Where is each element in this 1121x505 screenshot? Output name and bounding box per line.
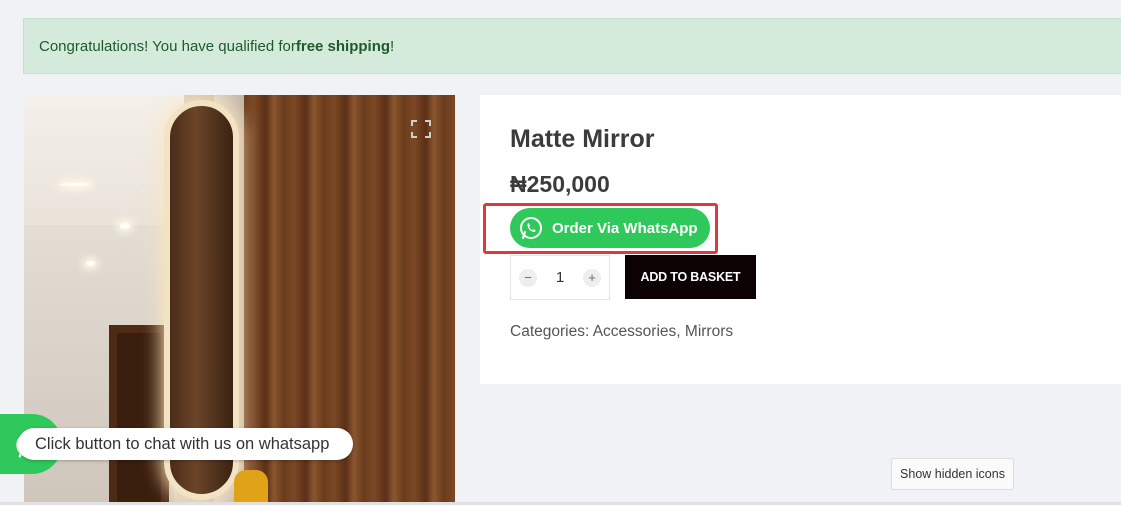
product-summary: Matte Mirror ₦250,000 Order Via WhatsApp… [480, 95, 1121, 384]
add-to-basket-button[interactable]: ADD TO BASKET [625, 255, 756, 299]
quantity-increase-button[interactable]: + [583, 268, 601, 287]
category-link-mirrors[interactable]: Mirrors [685, 323, 733, 340]
notice-suffix: ! [390, 37, 395, 55]
whatsapp-icon [520, 217, 542, 239]
shipping-notice: Congratulations! You have qualified for … [23, 18, 1121, 74]
image-vase [234, 470, 268, 505]
notice-bold: free shipping [295, 37, 391, 55]
image-light [86, 261, 95, 266]
order-whatsapp-button[interactable]: Order Via WhatsApp [510, 208, 710, 248]
category-link-accessories[interactable]: Accessories [593, 323, 677, 340]
order-whatsapp-label: Order Via WhatsApp [552, 219, 698, 237]
categories-label: Categories: [510, 323, 593, 340]
image-ceiling [24, 95, 184, 225]
show-hidden-icons-button[interactable]: Show hidden icons [891, 458, 1014, 490]
product-price: ₦250,000 [510, 171, 610, 197]
quantity-decrease-button[interactable]: − [519, 268, 537, 287]
product-title: Matte Mirror [510, 125, 655, 153]
expand-icon[interactable] [411, 120, 431, 138]
quantity-stepper[interactable]: − 1 + [510, 255, 610, 300]
image-light [120, 223, 130, 229]
chat-prompt[interactable]: Click button to chat with us on whatsapp [18, 428, 353, 460]
product-categories: Categories: Accessories, Mirrors [510, 323, 733, 341]
category-separator: , [676, 323, 685, 340]
notice-prefix: Congratulations! You have qualified for [39, 37, 296, 55]
image-light [60, 183, 90, 186]
quantity-value[interactable]: 1 [556, 269, 564, 286]
image-door [109, 325, 169, 505]
